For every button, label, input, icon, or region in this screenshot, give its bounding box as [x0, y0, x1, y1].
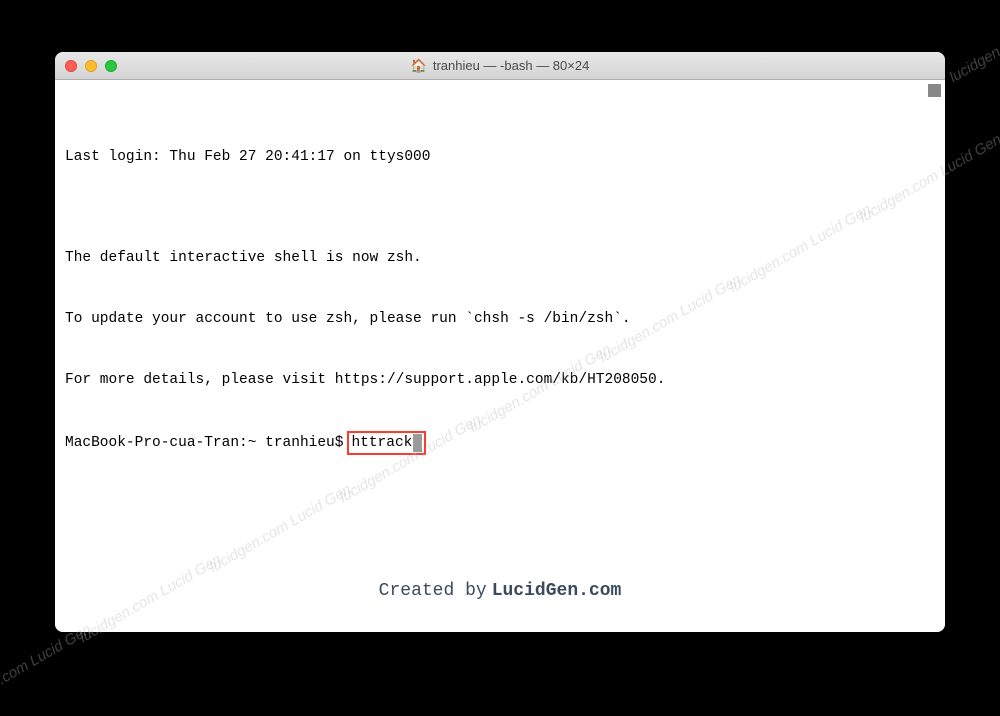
minimize-button[interactable]	[85, 60, 97, 72]
command-highlight: httrack	[347, 431, 426, 455]
close-button[interactable]	[65, 60, 77, 72]
footer-brand: LucidGen.com	[492, 579, 622, 604]
footer-caption: Created by LucidGen.com	[379, 579, 622, 604]
maximize-button[interactable]	[105, 60, 117, 72]
titlebar[interactable]: 🏠 tranhieu — -bash — 80×24	[55, 52, 945, 80]
home-icon: 🏠	[411, 59, 427, 72]
footer-prefix: Created by	[379, 579, 487, 604]
terminal-line: Last login: Thu Feb 27 20:41:17 on ttys0…	[65, 147, 935, 167]
scrollbar-indicator[interactable]	[928, 84, 941, 97]
window-title: 🏠 tranhieu — -bash — 80×24	[411, 58, 590, 73]
traffic-lights	[65, 60, 117, 72]
watermark-text: lucidgen.com Lucid Gen	[947, 0, 1000, 86]
terminal-window: 🏠 tranhieu — -bash — 80×24 Last login: T…	[55, 52, 945, 632]
watermark-text: lucidgen.com Lucid Gen	[0, 621, 94, 716]
typed-command: httrack	[351, 433, 412, 453]
terminal-body[interactable]: Last login: Thu Feb 27 20:41:17 on ttys0…	[55, 80, 945, 632]
shell-prompt: MacBook-Pro-cua-Tran:~ tranhieu$	[65, 433, 343, 453]
title-text: tranhieu — -bash — 80×24	[433, 58, 589, 73]
cursor	[413, 434, 422, 452]
terminal-line: For more details, please visit https://s…	[65, 370, 935, 390]
terminal-line: The default interactive shell is now zsh…	[65, 248, 935, 268]
terminal-line: To update your account to use zsh, pleas…	[65, 309, 935, 329]
prompt-line: MacBook-Pro-cua-Tran:~ tranhieu$ httrack	[65, 431, 935, 455]
